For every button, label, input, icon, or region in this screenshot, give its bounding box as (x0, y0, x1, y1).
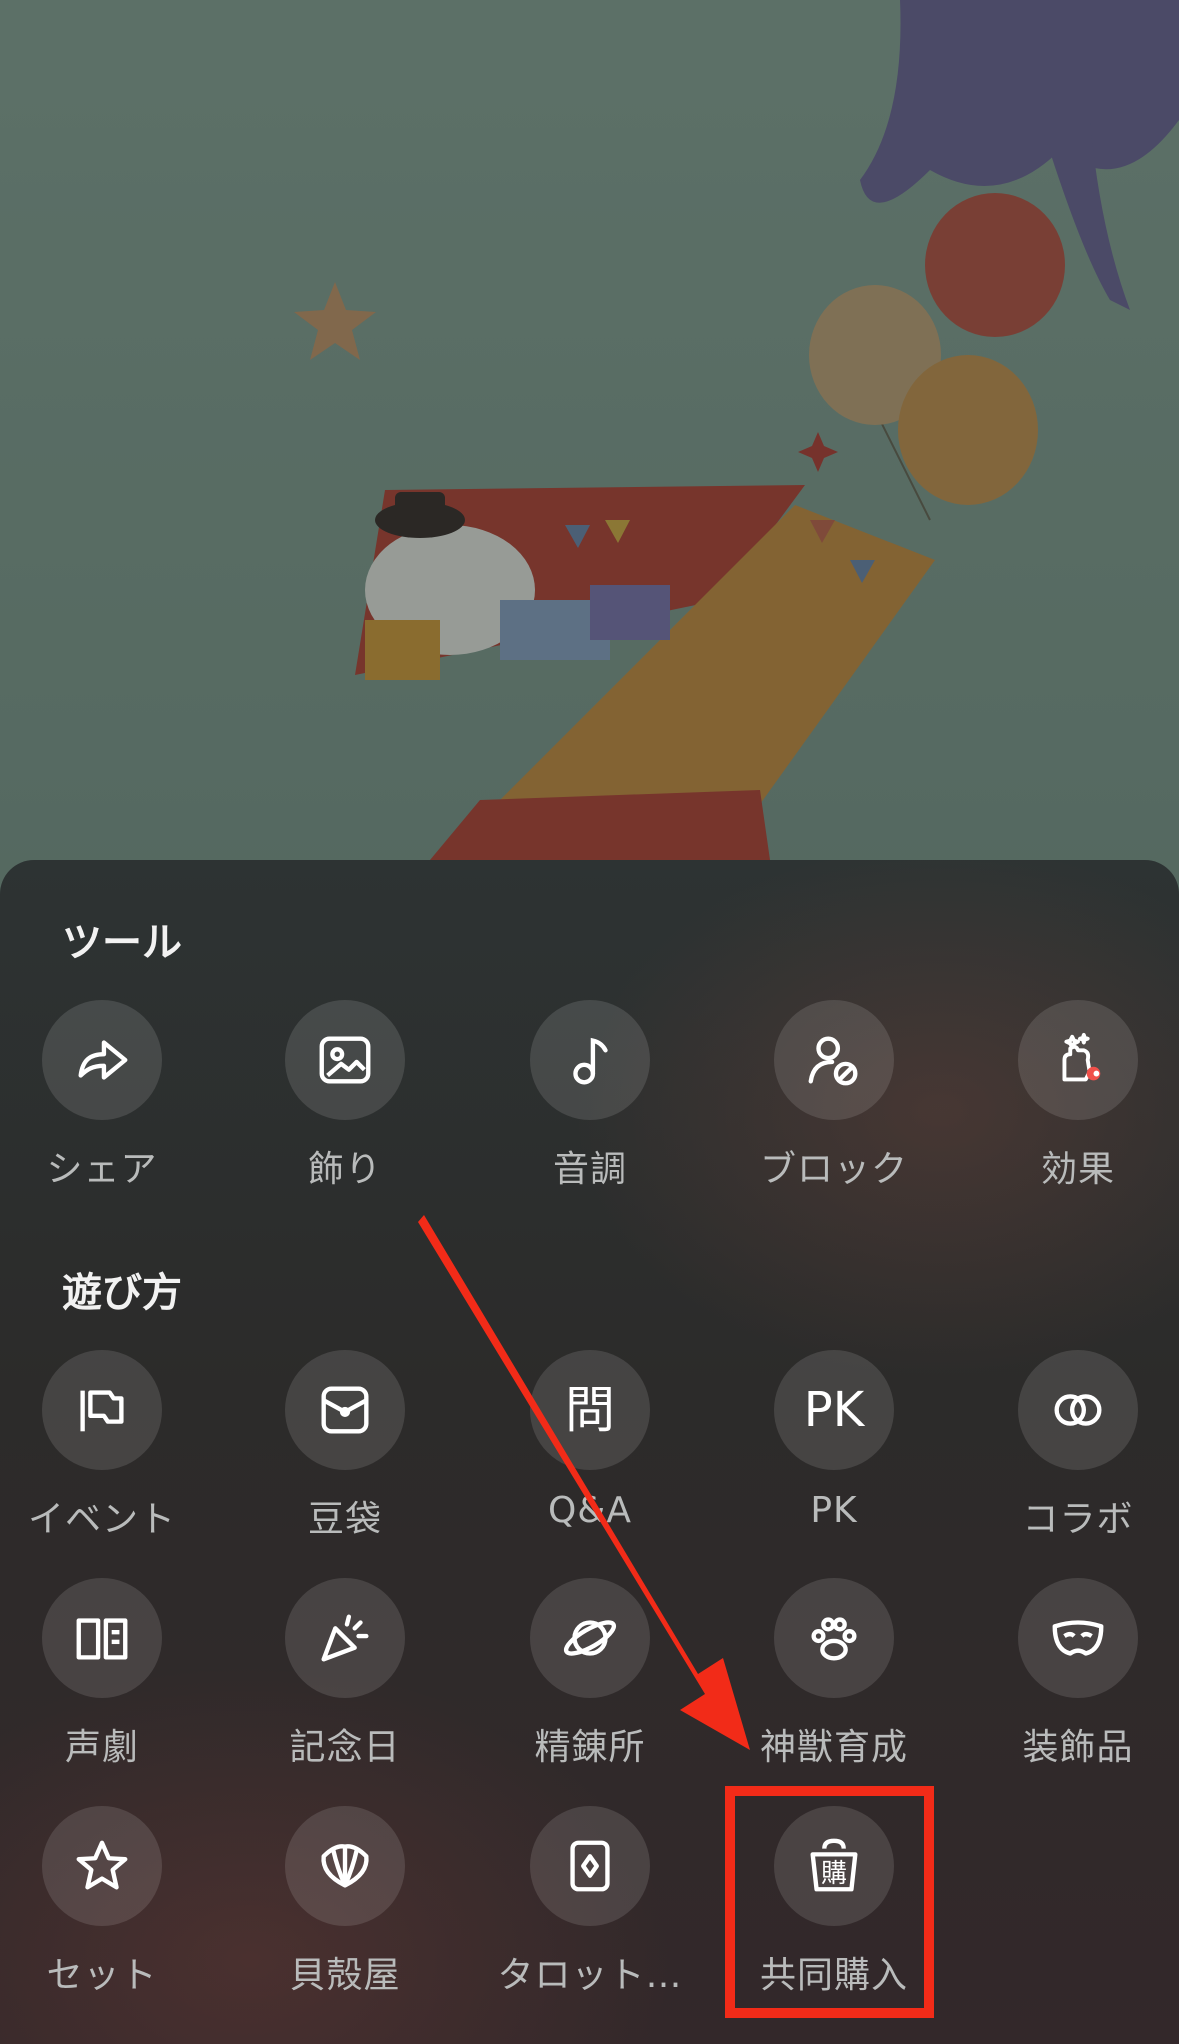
collab-rings-icon (1018, 1350, 1138, 1470)
play-anniversary[interactable]: 記念日 (235, 1578, 455, 1770)
tool-decor-label: 飾り (307, 1149, 382, 1190)
tool-block[interactable]: ブロック (724, 1000, 944, 1192)
tool-effect[interactable]: 効果 (968, 1000, 1179, 1192)
music-note-icon (530, 1000, 650, 1120)
play-tarot-label: タロット… (497, 1955, 683, 1996)
pk-icon: PK (774, 1350, 894, 1470)
flag-icon (42, 1350, 162, 1470)
play-event-label: イベント (27, 1499, 176, 1540)
play-set-label: セット (46, 1955, 158, 1996)
play-refinery-label: 精錬所 (534, 1727, 646, 1768)
play-shell-shop[interactable]: 貝殻屋 (235, 1806, 455, 1998)
paw-icon (774, 1578, 894, 1698)
tool-tone[interactable]: 音調 (480, 1000, 700, 1192)
play-tarot[interactable]: タロット… (480, 1806, 700, 1998)
question-kanji-icon: 問 (530, 1350, 650, 1470)
play-event[interactable]: イベント (0, 1350, 212, 1542)
highlight-box (725, 1786, 934, 2018)
effect-hand-icon (1018, 1000, 1138, 1120)
shell-icon (285, 1806, 405, 1926)
star-icon (42, 1806, 162, 1926)
party-popper-icon (285, 1578, 405, 1698)
book-icon (42, 1578, 162, 1698)
play-qa[interactable]: 問 Q&A (480, 1350, 700, 1531)
play-bean-bag-label: 豆袋 (307, 1499, 382, 1540)
play-collab-label: コラボ (1022, 1499, 1134, 1540)
play-qa-label: Q&A (547, 1490, 633, 1531)
tool-share[interactable]: シェア (0, 1000, 212, 1192)
tool-decor[interactable]: 飾り (235, 1000, 455, 1192)
play-pk-label: PK (810, 1490, 858, 1531)
play-accessories-label: 装飾品 (1022, 1727, 1134, 1768)
play-beast-raising[interactable]: 神獣育成 (724, 1578, 944, 1770)
play-pk[interactable]: PK PK (724, 1350, 944, 1531)
planet-icon (530, 1578, 650, 1698)
tool-share-label: シェア (46, 1149, 158, 1190)
play-collab[interactable]: コラボ (968, 1350, 1179, 1542)
bean-bag-icon (285, 1350, 405, 1470)
mask-icon (1018, 1578, 1138, 1698)
play-bean-bag[interactable]: 豆袋 (235, 1350, 455, 1542)
play-anniversary-label: 記念日 (289, 1727, 401, 1768)
play-set[interactable]: セット (0, 1806, 212, 1998)
play-beast-raising-label: 神獣育成 (759, 1727, 908, 1768)
tools-section-title: ツール (62, 920, 182, 966)
play-voice-drama-label: 声劇 (64, 1727, 139, 1768)
play-accessories[interactable]: 装飾品 (968, 1578, 1179, 1770)
tarot-card-icon (530, 1806, 650, 1926)
share-icon (42, 1000, 162, 1120)
tool-block-label: ブロック (759, 1149, 908, 1190)
play-section-title: 遊び方 (62, 1270, 182, 1316)
tool-tone-label: 音調 (552, 1149, 627, 1190)
play-voice-drama[interactable]: 声劇 (0, 1578, 212, 1770)
image-frame-icon (285, 1000, 405, 1120)
play-refinery[interactable]: 精錬所 (480, 1578, 700, 1770)
block-user-icon (774, 1000, 894, 1120)
more-menu-sheet: ツール シェア 飾り 音調 ブロック 効果 遊び方 イベント 豆袋 問 Q&A … (0, 860, 1179, 2044)
tool-effect-label: 効果 (1040, 1149, 1115, 1190)
play-shell-shop-label: 貝殻屋 (289, 1955, 401, 1996)
